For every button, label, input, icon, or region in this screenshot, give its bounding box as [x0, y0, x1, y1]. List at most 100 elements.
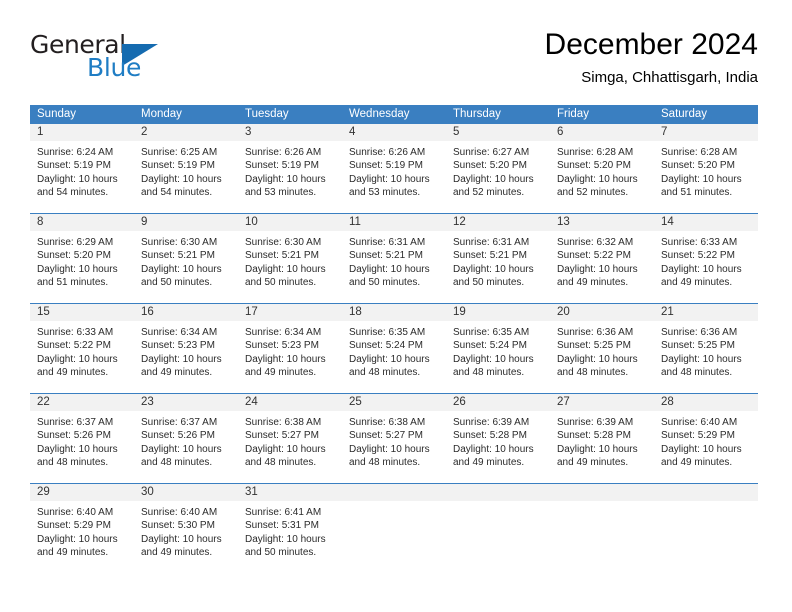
day-cell[interactable]: 28 Sunrise: 6:40 AM Sunset: 5:29 PM Dayligh…	[654, 394, 758, 483]
daylight-text-line2: and 49 minutes.	[245, 367, 317, 379]
day-details: Sunrise: 6:37 AM Sunset: 5:26 PM Daylight:…	[30, 411, 134, 470]
weekday-header-sunday: Sunday	[37, 108, 77, 120]
sunrise-text: Sunrise: 6:37 AM	[37, 417, 114, 428]
sunset-text: Sunset: 5:19 PM	[349, 160, 423, 172]
day-cell[interactable]: 25 Sunrise: 6:38 AM Sunset: 5:27 PM Dayligh…	[342, 394, 446, 483]
day-details: Sunrise: 6:36 AM Sunset: 5:25 PM Daylight:…	[550, 321, 654, 380]
daylight-text-line2: and 50 minutes.	[245, 277, 317, 289]
general-blue-logo[interactable]: General Blue	[30, 32, 160, 88]
day-details: Sunrise: 6:34 AM Sunset: 5:23 PM Daylight:…	[134, 321, 238, 380]
day-cell[interactable]: 27 Sunrise: 6:39 AM Sunset: 5:28 PM Dayligh…	[550, 394, 654, 483]
day-number: 6	[550, 124, 654, 141]
day-cell[interactable]: 23 Sunrise: 6:37 AM Sunset: 5:26 PM Dayligh…	[134, 394, 238, 483]
day-cell[interactable]: 31 Sunrise: 6:41 AM Sunset: 5:31 PM Dayligh…	[238, 484, 342, 573]
daylight-text-line1: Daylight: 10 hours	[37, 263, 118, 275]
day-cell[interactable]: 4 Sunrise: 6:26 AM Sunset: 5:19 PM Daylight…	[342, 124, 446, 213]
daylight-text-line1: Daylight: 10 hours	[37, 173, 118, 185]
week-row: 1 Sunrise: 6:24 AM Sunset: 5:19 PM Daylight…	[30, 124, 758, 213]
day-number: 31	[238, 484, 342, 501]
daylight-text-line2: and 52 minutes.	[557, 187, 629, 199]
weekday-header-row: Sunday Monday Tuesday Wednesday Thursday…	[30, 105, 758, 124]
day-number: 25	[342, 394, 446, 411]
day-number: 5	[446, 124, 550, 141]
day-cell[interactable]: 20 Sunrise: 6:36 AM Sunset: 5:25 PM Dayligh…	[550, 304, 654, 393]
day-cell[interactable]: 12 Sunrise: 6:31 AM Sunset: 5:21 PM Dayligh…	[446, 214, 550, 303]
day-number: 24	[238, 394, 342, 411]
day-cell[interactable]: 29 Sunrise: 6:40 AM Sunset: 5:29 PM Dayligh…	[30, 484, 134, 573]
day-details: Sunrise: 6:24 AM Sunset: 5:19 PM Daylight:…	[30, 141, 134, 200]
sunset-text: Sunset: 5:26 PM	[37, 430, 111, 442]
day-cell[interactable]: 24 Sunrise: 6:38 AM Sunset: 5:27 PM Dayligh…	[238, 394, 342, 483]
daylight-text-line2: and 49 minutes.	[141, 367, 213, 379]
daylight-text-line2: and 50 minutes.	[141, 277, 213, 289]
daylight-text-line2: and 48 minutes.	[245, 457, 317, 469]
day-number: 14	[654, 214, 758, 231]
day-number: 15	[30, 304, 134, 321]
sunrise-text: Sunrise: 6:40 AM	[37, 507, 114, 518]
sunset-text: Sunset: 5:21 PM	[245, 250, 319, 262]
day-details: Sunrise: 6:37 AM Sunset: 5:26 PM Daylight:…	[134, 411, 238, 470]
weeks-container: 1 Sunrise: 6:24 AM Sunset: 5:19 PM Daylight…	[30, 124, 758, 573]
day-cell[interactable]: 21 Sunrise: 6:36 AM Sunset: 5:25 PM Dayligh…	[654, 304, 758, 393]
day-cell[interactable]: 8 Sunrise: 6:29 AM Sunset: 5:20 PM Daylight…	[30, 214, 134, 303]
day-cell[interactable]: 10 Sunrise: 6:30 AM Sunset: 5:21 PM Dayligh…	[238, 214, 342, 303]
daylight-text-line1: Daylight: 10 hours	[557, 263, 638, 275]
daylight-text-line1: Daylight: 10 hours	[557, 443, 638, 455]
day-cell[interactable]: 13 Sunrise: 6:32 AM Sunset: 5:22 PM Dayligh…	[550, 214, 654, 303]
sunset-text: Sunset: 5:22 PM	[37, 340, 111, 352]
day-cell[interactable]: 30 Sunrise: 6:40 AM Sunset: 5:30 PM Dayligh…	[134, 484, 238, 573]
sunrise-text: Sunrise: 6:35 AM	[453, 327, 530, 338]
day-cell[interactable]: 5 Sunrise: 6:27 AM Sunset: 5:20 PM Daylight…	[446, 124, 550, 213]
day-cell[interactable]: 15 Sunrise: 6:33 AM Sunset: 5:22 PM Dayligh…	[30, 304, 134, 393]
daylight-text-line1: Daylight: 10 hours	[661, 173, 742, 185]
sunset-text: Sunset: 5:30 PM	[141, 520, 215, 532]
day-cell[interactable]: 1 Sunrise: 6:24 AM Sunset: 5:19 PM Daylight…	[30, 124, 134, 213]
day-number: 18	[342, 304, 446, 321]
sunset-text: Sunset: 5:23 PM	[245, 340, 319, 352]
day-details: Sunrise: 6:36 AM Sunset: 5:25 PM Daylight:…	[654, 321, 758, 380]
daylight-text-line1: Daylight: 10 hours	[37, 533, 118, 545]
weekday-header-thursday: Thursday	[453, 108, 501, 120]
sunrise-text: Sunrise: 6:30 AM	[141, 237, 218, 248]
day-details: Sunrise: 6:40 AM Sunset: 5:30 PM Daylight:…	[134, 501, 238, 560]
week-row: 8 Sunrise: 6:29 AM Sunset: 5:20 PM Daylight…	[30, 213, 758, 303]
sunrise-text: Sunrise: 6:31 AM	[349, 237, 426, 248]
sunrise-text: Sunrise: 6:31 AM	[453, 237, 530, 248]
day-cell-empty	[654, 484, 758, 573]
sunset-text: Sunset: 5:23 PM	[141, 340, 215, 352]
daylight-text-line2: and 51 minutes.	[661, 187, 733, 199]
day-details: Sunrise: 6:35 AM Sunset: 5:24 PM Daylight:…	[446, 321, 550, 380]
sunrise-text: Sunrise: 6:26 AM	[245, 147, 322, 158]
day-number: 27	[550, 394, 654, 411]
daylight-text-line2: and 53 minutes.	[245, 187, 317, 199]
day-details: Sunrise: 6:41 AM Sunset: 5:31 PM Daylight:…	[238, 501, 342, 560]
day-cell[interactable]: 17 Sunrise: 6:34 AM Sunset: 5:23 PM Dayligh…	[238, 304, 342, 393]
day-cell[interactable]: 19 Sunrise: 6:35 AM Sunset: 5:24 PM Dayligh…	[446, 304, 550, 393]
day-cell[interactable]: 6 Sunrise: 6:28 AM Sunset: 5:20 PM Daylight…	[550, 124, 654, 213]
weekday-header-wednesday: Wednesday	[349, 108, 410, 120]
day-cell[interactable]: 3 Sunrise: 6:26 AM Sunset: 5:19 PM Daylight…	[238, 124, 342, 213]
daylight-text-line1: Daylight: 10 hours	[245, 443, 326, 455]
daylight-text-line1: Daylight: 10 hours	[349, 443, 430, 455]
daylight-text-line1: Daylight: 10 hours	[141, 173, 222, 185]
day-cell[interactable]: 22 Sunrise: 6:37 AM Sunset: 5:26 PM Dayligh…	[30, 394, 134, 483]
day-cell[interactable]: 9 Sunrise: 6:30 AM Sunset: 5:21 PM Daylight…	[134, 214, 238, 303]
day-number: 12	[446, 214, 550, 231]
day-cell[interactable]: 18 Sunrise: 6:35 AM Sunset: 5:24 PM Dayligh…	[342, 304, 446, 393]
daylight-text-line1: Daylight: 10 hours	[557, 353, 638, 365]
day-number: 29	[30, 484, 134, 501]
day-details: Sunrise: 6:31 AM Sunset: 5:21 PM Daylight:…	[342, 231, 446, 290]
sunrise-text: Sunrise: 6:34 AM	[245, 327, 322, 338]
day-cell[interactable]: 11 Sunrise: 6:31 AM Sunset: 5:21 PM Dayligh…	[342, 214, 446, 303]
day-cell[interactable]: 7 Sunrise: 6:28 AM Sunset: 5:20 PM Daylight…	[654, 124, 758, 213]
calendar-page: General Blue December 2024 Simga, Chhatt…	[0, 0, 792, 612]
daylight-text-line1: Daylight: 10 hours	[349, 263, 430, 275]
daylight-text-line2: and 49 minutes.	[37, 367, 109, 379]
day-cell[interactable]: 2 Sunrise: 6:25 AM Sunset: 5:19 PM Daylight…	[134, 124, 238, 213]
day-cell[interactable]: 16 Sunrise: 6:34 AM Sunset: 5:23 PM Dayligh…	[134, 304, 238, 393]
day-number: 1	[30, 124, 134, 141]
day-cell[interactable]: 26 Sunrise: 6:39 AM Sunset: 5:28 PM Dayligh…	[446, 394, 550, 483]
day-cell[interactable]: 14 Sunrise: 6:33 AM Sunset: 5:22 PM Dayligh…	[654, 214, 758, 303]
daylight-text-line2: and 48 minutes.	[661, 367, 733, 379]
daylight-text-line1: Daylight: 10 hours	[349, 173, 430, 185]
